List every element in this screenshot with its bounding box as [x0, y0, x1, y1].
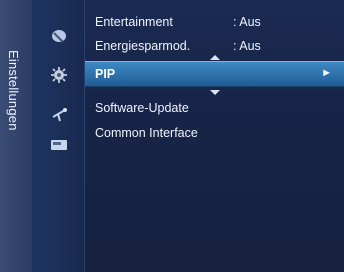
menu-item-entertainment[interactable]: Entertainment : Aus [85, 14, 344, 32]
menu-item-energy-saving[interactable]: Energiesparmod. : Aus [85, 38, 344, 56]
scroll-down-indicator [210, 90, 220, 95]
menu-item-label: Software-Update [95, 101, 189, 115]
menu-item-pip[interactable]: PIP ► [85, 61, 344, 87]
settings-category-bar: Einstellungen [0, 0, 33, 272]
menu-item-value: : Aus [233, 15, 261, 29]
card-icon[interactable] [49, 136, 69, 154]
menu-item-value: : Aus [233, 39, 261, 53]
settings-category-title: Einstellungen [6, 50, 21, 131]
scroll-up-indicator [210, 55, 220, 60]
gear-icon[interactable] [49, 66, 69, 84]
tv-menu-frame: Einstellungen Entertainment: Aus Energi… [0, 0, 344, 272]
menu-item-label: PIP [95, 67, 116, 81]
menu-item-label: Energiesparmod. [95, 39, 191, 53]
category-icon-column [32, 0, 85, 272]
menu-item-label: Common Interface [95, 126, 198, 140]
antenna-icon[interactable] [49, 105, 69, 123]
menu-item-label: Entertainment [95, 15, 173, 29]
settings-menu: Entertainment : Aus Energiesparmod. : Au… [85, 0, 344, 272]
menu-item-software-update[interactable]: Software-Update [85, 100, 344, 118]
submenu-arrow-icon: ► [321, 67, 332, 79]
settings-satellite-icon[interactable] [49, 27, 69, 45]
menu-item-common-interface[interactable]: Common Interface [85, 125, 344, 143]
